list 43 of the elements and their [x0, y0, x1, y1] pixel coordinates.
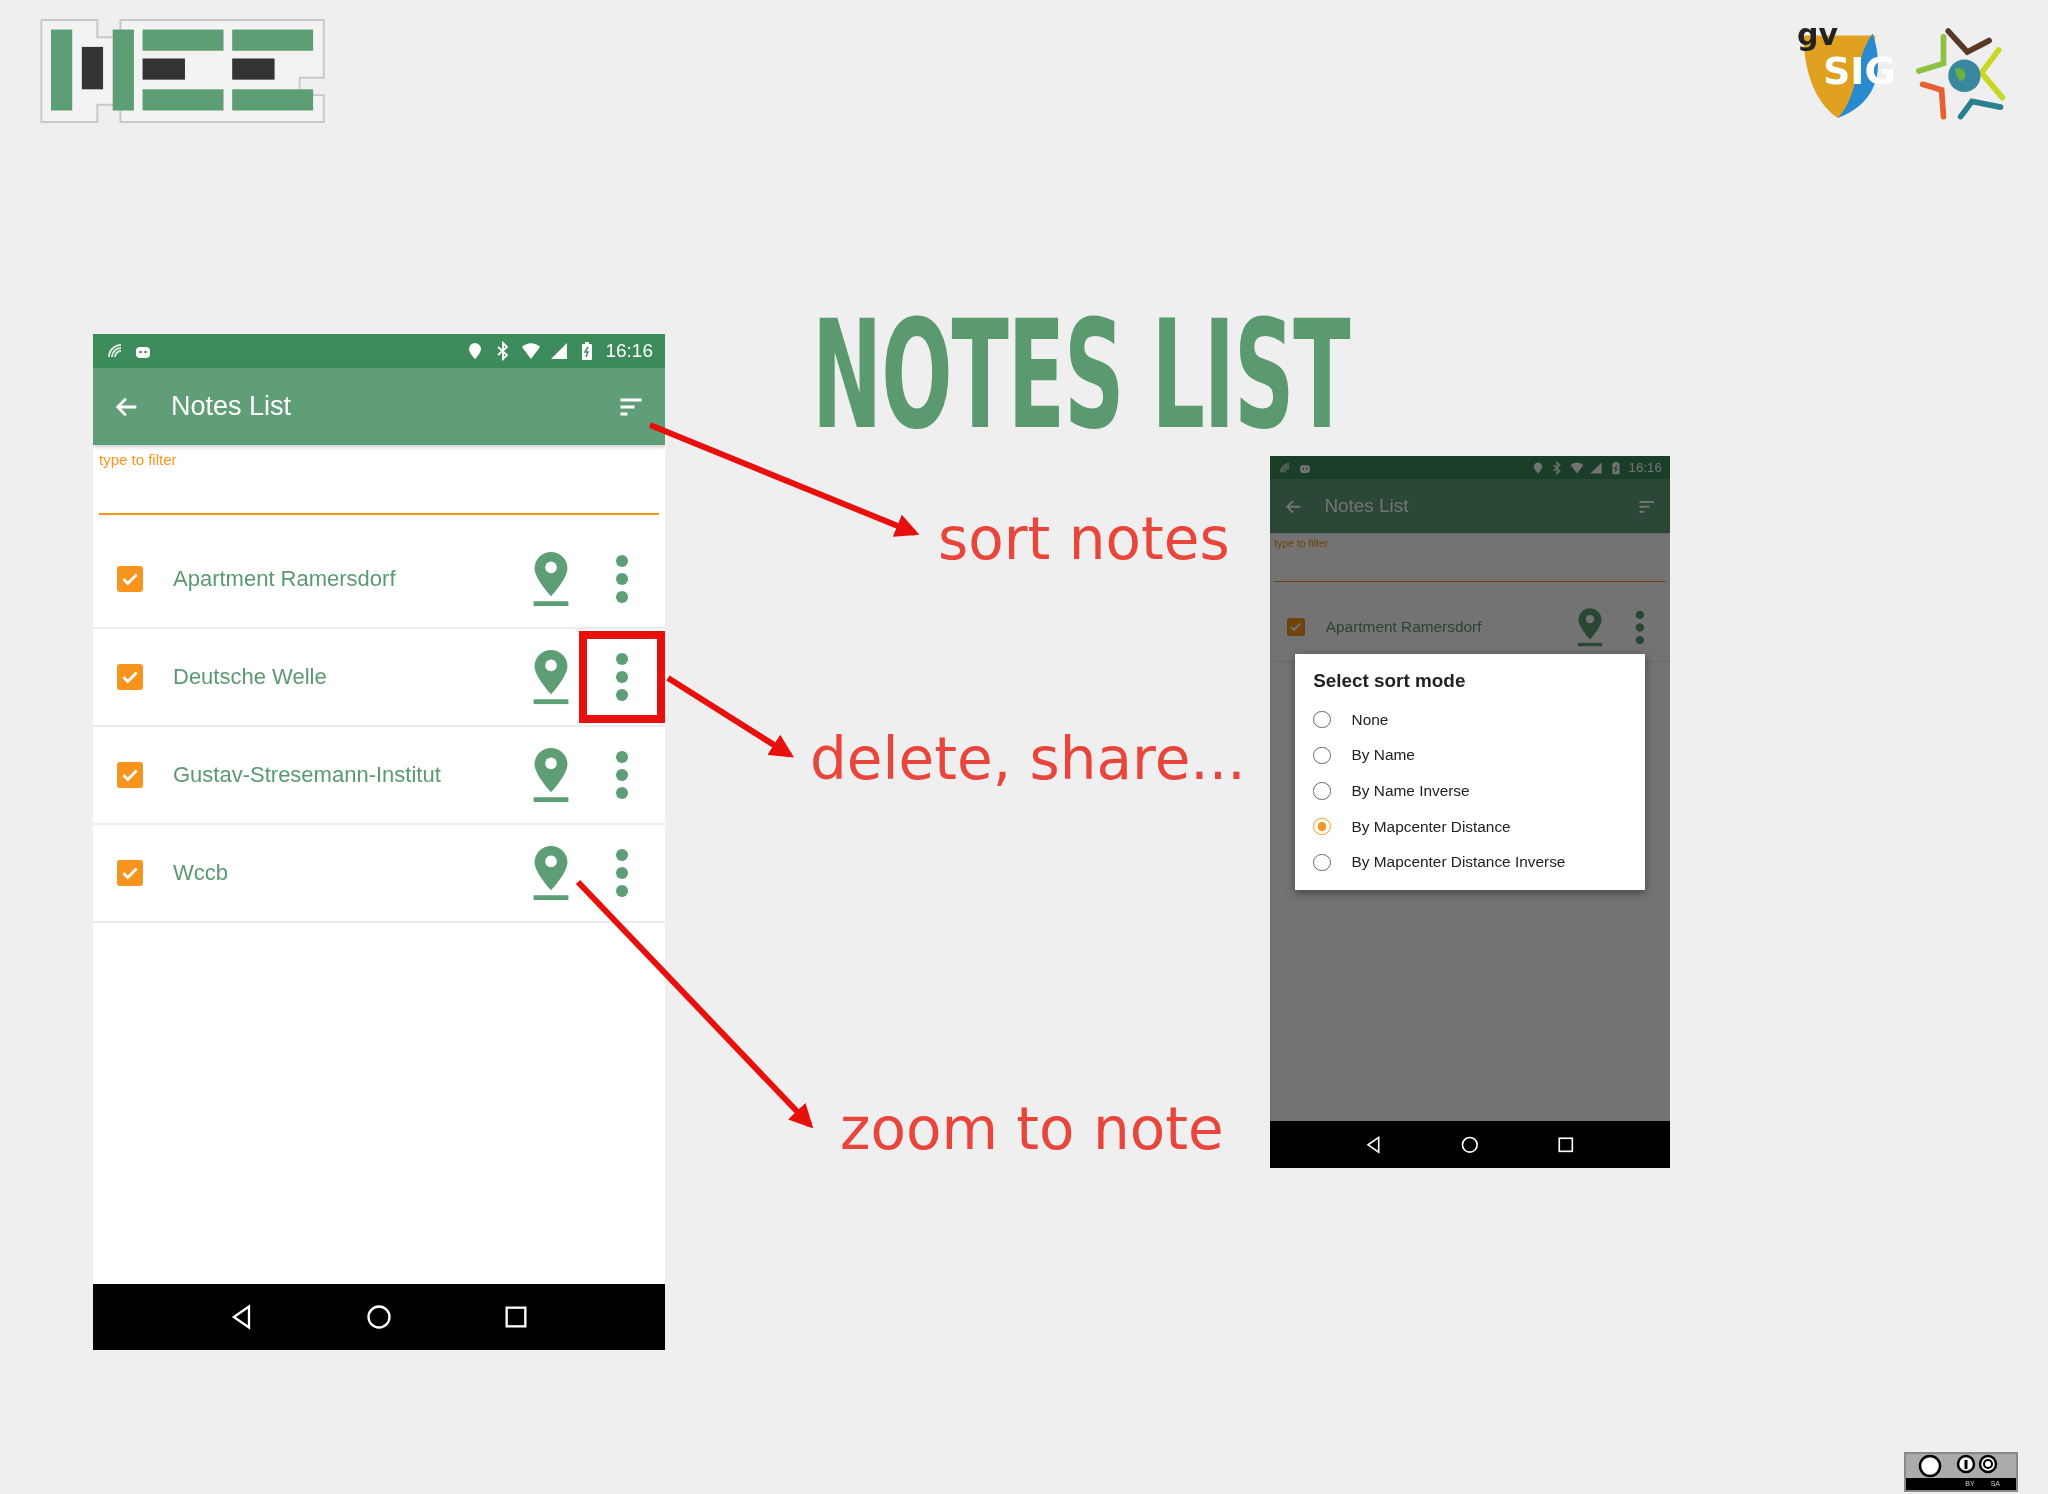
filter-field[interactable]: type to filter [99, 445, 659, 515]
note-name: Deutsche Welle [173, 664, 328, 690]
checkbox[interactable] [117, 566, 143, 592]
map-pin-icon[interactable] [531, 550, 571, 608]
signal-icon [1589, 460, 1604, 475]
note-name: Apartment Ramersdorf [1325, 618, 1483, 637]
signal-icon [549, 341, 570, 361]
checkbox[interactable] [117, 762, 143, 788]
radio-option[interactable]: None [1295, 701, 1645, 738]
annotation-label: sort notes [938, 505, 1230, 573]
clock-text: 16:16 [605, 340, 653, 362]
radio-option[interactable]: By Name Inverse [1295, 773, 1645, 809]
more-icon[interactable] [615, 554, 629, 604]
dialog-title: Select sort mode [1312, 669, 1467, 693]
recents-icon[interactable] [1556, 1134, 1576, 1155]
map-pin-icon[interactable] [531, 746, 571, 804]
map-pin-icon[interactable] [531, 844, 571, 902]
map-pin-icon[interactable] [1576, 606, 1605, 648]
checkbox[interactable] [117, 860, 143, 886]
home-icon[interactable] [365, 1303, 393, 1331]
more-icon[interactable] [1635, 609, 1645, 645]
radio-option[interactable]: By Mapcenter Distance [1295, 808, 1645, 845]
clock-text: 16:16 [1628, 460, 1662, 476]
filter-field[interactable]: type to filter [1274, 533, 1666, 583]
note-name: Gustav-Stresemann-Institut [173, 762, 442, 788]
note-name: Wccb [173, 860, 229, 886]
slide-title: NOTES LIST [812, 300, 1350, 450]
annotation-label: zoom to note [840, 1095, 1224, 1163]
checkbox[interactable] [1286, 618, 1305, 637]
wifi-icon [521, 341, 542, 361]
map-pin-icon[interactable] [531, 648, 571, 706]
radio-option[interactable]: By Name [1295, 737, 1645, 774]
wifi-icon [1569, 460, 1584, 475]
note-name: Apartment Ramersdorf [173, 566, 397, 592]
more-icon[interactable] [615, 652, 629, 702]
annotation-label: delete, share... [810, 725, 1246, 793]
more-icon[interactable] [615, 750, 629, 800]
more-icon[interactable] [615, 848, 629, 898]
radio-option[interactable]: By Mapcenter Distance Inverse [1295, 844, 1645, 881]
home-icon[interactable] [1460, 1134, 1480, 1155]
toolbar-title: Notes List [171, 391, 293, 422]
checkbox[interactable] [117, 664, 143, 690]
toolbar-title: Notes List [1324, 495, 1410, 518]
